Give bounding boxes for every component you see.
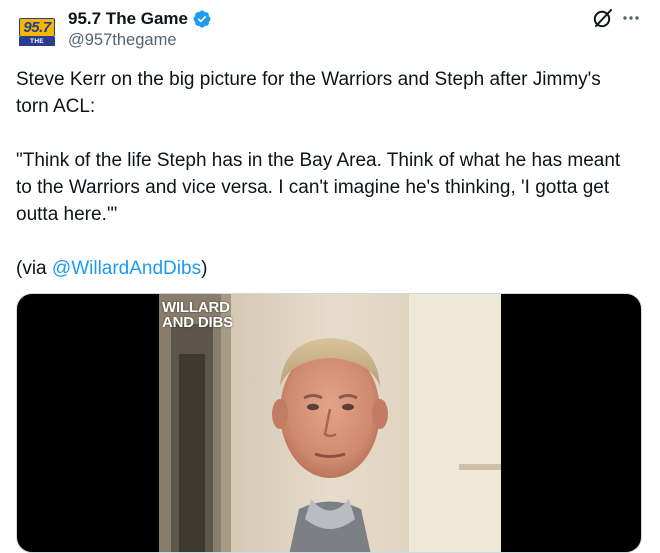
author-handle[interactable]: @957thegame [68, 31, 177, 50]
more-options-icon[interactable] [621, 6, 641, 30]
tweet-intro: Steve Kerr on the big picture for the Wa… [16, 69, 607, 117]
avatar-logo-tagline: THE GAME [19, 37, 55, 52]
video-player[interactable]: WILLARD AND DIBS [16, 293, 642, 553]
verified-badge-icon[interactable] [192, 9, 212, 29]
author-display-name[interactable]: 95.7 The Game [68, 9, 188, 29]
mention-link[interactable]: @WillardAndDibs [52, 258, 201, 279]
tweet-via-suffix: ) [201, 258, 208, 279]
grok-icon[interactable] [591, 6, 615, 30]
video-frame: WILLARD AND DIBS [159, 294, 501, 552]
video-still-image [159, 294, 501, 552]
account-avatar[interactable]: 95.7 THE GAME [16, 12, 56, 52]
tweet-via-prefix: (via [16, 258, 52, 279]
avatar-logo-number: 95.7 [19, 18, 55, 37]
video-watermark: WILLARD AND DIBS [162, 299, 233, 331]
tweet-text: Steve Kerr on the big picture for the Wa… [16, 66, 636, 282]
tweet-quote: "Think of the life Steph has in the Bay … [16, 150, 626, 225]
author-name-row: 95.7 The Game [68, 8, 212, 30]
